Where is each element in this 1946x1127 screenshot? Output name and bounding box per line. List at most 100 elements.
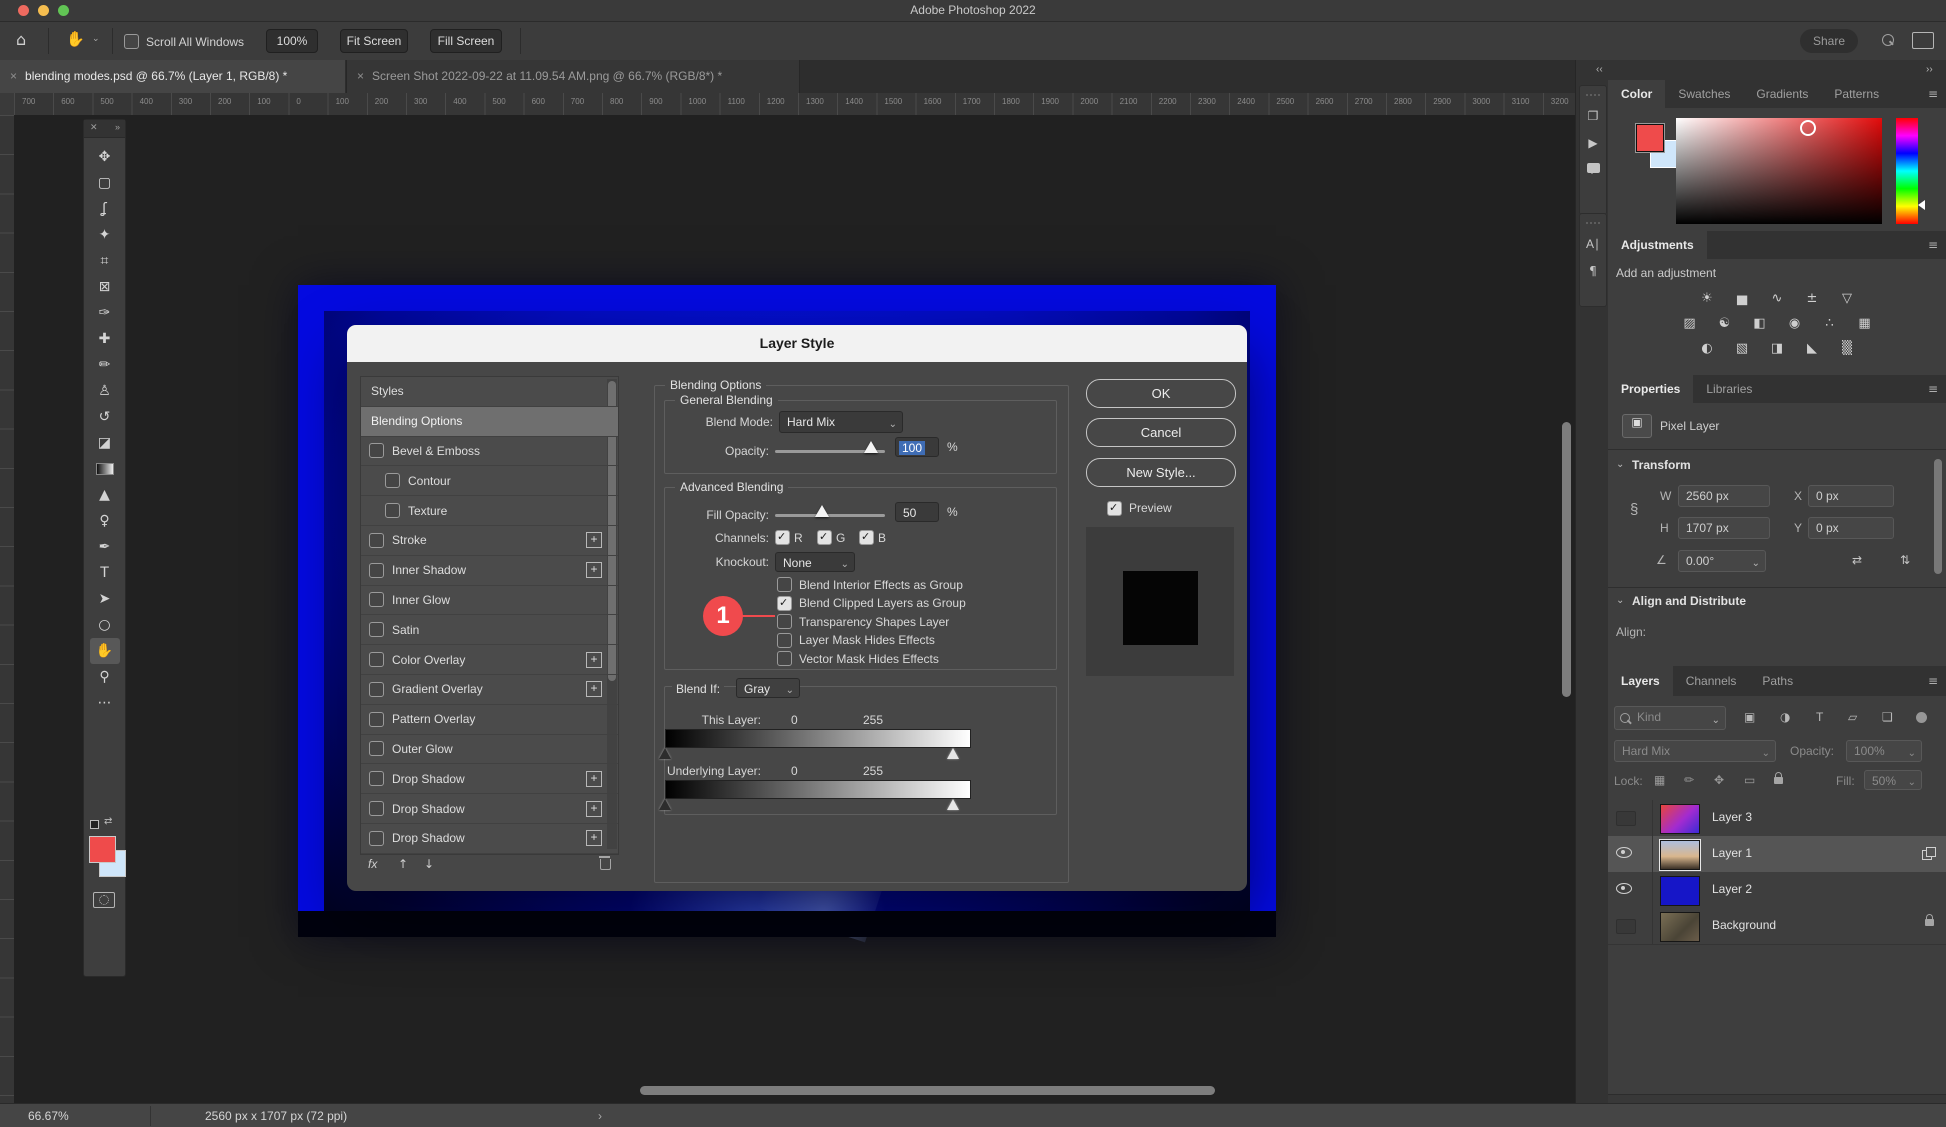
character-panel-icon[interactable]: A∣: [1586, 237, 1600, 251]
color-saturation-field[interactable]: [1676, 118, 1882, 224]
visibility-toggle[interactable]: [1616, 811, 1636, 826]
vertical-scrollbar[interactable]: [1562, 422, 1571, 697]
version-history-icon[interactable]: ❐: [1588, 109, 1599, 123]
layer-blend-mode-select[interactable]: Hard Mix ⌄: [1614, 740, 1776, 762]
dodge-tool[interactable]: ♀: [90, 508, 120, 534]
style-list-item[interactable]: Satin: [361, 615, 618, 646]
shape-tool[interactable]: ▲: [90, 482, 120, 508]
brightness-contrast-icon[interactable]: ☀: [1696, 290, 1718, 308]
style-checkbox[interactable]: [385, 473, 400, 489]
zoom-tool[interactable]: ⚲: [90, 664, 120, 690]
advanced-option-checkbox[interactable]: [777, 595, 792, 611]
foreground-color-swatch[interactable]: [1635, 123, 1665, 153]
pen-tool[interactable]: ✒: [90, 534, 120, 560]
threshold-icon[interactable]: ◨: [1766, 340, 1788, 358]
cancel-button[interactable]: Cancel: [1086, 418, 1236, 447]
tab-swatches[interactable]: Swatches: [1665, 80, 1743, 108]
tab-layers[interactable]: Layers: [1608, 666, 1673, 696]
style-list-item[interactable]: Gradient Overlay +: [361, 675, 618, 705]
black-white-icon[interactable]: ◧: [1749, 315, 1771, 333]
this-layer-white-slider[interactable]: [947, 748, 959, 759]
add-instance-icon[interactable]: +: [586, 651, 602, 668]
style-list-item[interactable]: Inner Shadow +: [361, 556, 618, 586]
more-tools[interactable]: ⋯: [90, 690, 120, 716]
brush-tool[interactable]: ✏: [90, 352, 120, 378]
gradient-tool[interactable]: [90, 456, 120, 482]
delete-effect-icon[interactable]: [599, 856, 611, 870]
clone-stamp-tool[interactable]: ♙: [90, 378, 120, 404]
hue-slider-arrow[interactable]: [1918, 200, 1925, 210]
collapse-panel-icon[interactable]: »: [115, 122, 120, 132]
advanced-option-checkbox[interactable]: [777, 632, 792, 648]
add-effect-fx-button[interactable]: fx: [368, 857, 377, 871]
add-instance-icon[interactable]: +: [586, 800, 602, 817]
layer-thumbnail[interactable]: [1660, 876, 1700, 906]
layer-row[interactable]: Layer 2: [1608, 872, 1946, 909]
knockout-select[interactable]: None ⌄: [775, 552, 855, 572]
underlying-layer-gradient-bar[interactable]: [665, 780, 971, 799]
status-chevron-icon[interactable]: ›: [598, 1109, 602, 1123]
ok-button[interactable]: OK: [1086, 379, 1236, 408]
style-checkbox[interactable]: [369, 443, 384, 459]
marquee-tool[interactable]: ▢: [90, 170, 120, 196]
history-brush-tool[interactable]: ↺: [90, 404, 120, 430]
crop-tool[interactable]: ⌗: [90, 248, 120, 274]
style-checkbox[interactable]: [369, 592, 384, 608]
flip-horizontal-icon[interactable]: ⇄: [1852, 553, 1862, 567]
levels-icon[interactable]: ▅: [1731, 290, 1753, 308]
lock-transparency-icon[interactable]: ▦: [1654, 773, 1665, 787]
tab-adjustments[interactable]: Adjustments: [1608, 231, 1707, 259]
posterize-icon[interactable]: ▧: [1731, 340, 1753, 358]
color-lookup-icon[interactable]: ▦: [1854, 315, 1876, 333]
filter-pixel-layers-icon[interactable]: ▣: [1744, 710, 1755, 724]
search-icon[interactable]: [1882, 34, 1894, 46]
filter-adjustment-layers-icon[interactable]: ◑: [1780, 710, 1790, 724]
transform-collapse-icon[interactable]: ⌄: [1616, 459, 1624, 470]
advanced-option[interactable]: Blend Interior Effects as Group: [777, 577, 963, 592]
healing-brush-tool[interactable]: ✚: [90, 326, 120, 352]
advanced-option-checkbox[interactable]: [777, 577, 792, 592]
tab-patterns[interactable]: Patterns: [1821, 80, 1892, 108]
paragraph-panel-icon[interactable]: ¶: [1589, 264, 1597, 278]
style-checkbox[interactable]: [369, 622, 384, 638]
layer-thumbnail[interactable]: [1660, 804, 1700, 834]
rotate-input[interactable]: 0.00° ⌄: [1678, 550, 1766, 572]
link-dimensions-icon[interactable]: §: [1630, 501, 1638, 518]
zoom-level[interactable]: 66.67%: [28, 1109, 69, 1123]
lock-all-icon[interactable]: [1774, 772, 1783, 784]
type-tool[interactable]: T: [90, 560, 120, 586]
style-checkbox[interactable]: [369, 801, 384, 817]
layer-name[interactable]: Layer 1: [1712, 846, 1752, 860]
layer-filter-select[interactable]: Kind ⌄: [1614, 706, 1726, 730]
tab-paths[interactable]: Paths: [1749, 666, 1806, 696]
visibility-toggle[interactable]: [1616, 919, 1636, 934]
layer-row[interactable]: Background: [1608, 908, 1946, 945]
panel-menu-icon[interactable]: ≡: [1928, 382, 1938, 396]
tab-libraries[interactable]: Libraries: [1693, 375, 1765, 403]
layer-name[interactable]: Background: [1712, 918, 1776, 932]
advanced-option-checkbox[interactable]: [777, 651, 792, 666]
fill-screen-button[interactable]: Fill Screen: [430, 29, 502, 53]
expand-dock-icon[interactable]: ››: [1926, 64, 1933, 75]
style-checkbox[interactable]: [369, 562, 384, 578]
style-list-item[interactable]: Stroke +: [361, 526, 618, 556]
dialog-title[interactable]: Layer Style: [347, 325, 1247, 362]
channel-r-checkbox[interactable]: [775, 530, 790, 545]
opacity-input[interactable]: 100: [895, 437, 939, 457]
hand-tool-icon[interactable]: ✋: [66, 30, 85, 48]
style-list-item[interactable]: Drop Shadow +: [361, 824, 618, 854]
style-list-item[interactable]: Inner Glow: [361, 586, 618, 616]
eraser-tool[interactable]: ◪: [90, 430, 120, 456]
document-info[interactable]: 2560 px x 1707 px (72 ppi): [205, 1109, 347, 1123]
hue-saturation-icon[interactable]: ▨: [1679, 315, 1701, 333]
channel-mixer-icon[interactable]: ∴: [1819, 315, 1841, 333]
add-instance-icon[interactable]: +: [586, 681, 602, 698]
blend-mode-select[interactable]: Hard Mix ⌄: [779, 411, 903, 433]
close-tab-icon[interactable]: ×: [357, 69, 364, 83]
lock-position-icon[interactable]: ✥: [1714, 773, 1724, 787]
advanced-option[interactable]: Blend Clipped Layers as Group: [777, 595, 966, 611]
fill-opacity-input[interactable]: 50: [895, 502, 939, 522]
style-list-item[interactable]: Blending Options: [361, 406, 618, 437]
tab-channels[interactable]: Channels: [1673, 666, 1750, 696]
horizontal-scrollbar[interactable]: [640, 1086, 1215, 1095]
